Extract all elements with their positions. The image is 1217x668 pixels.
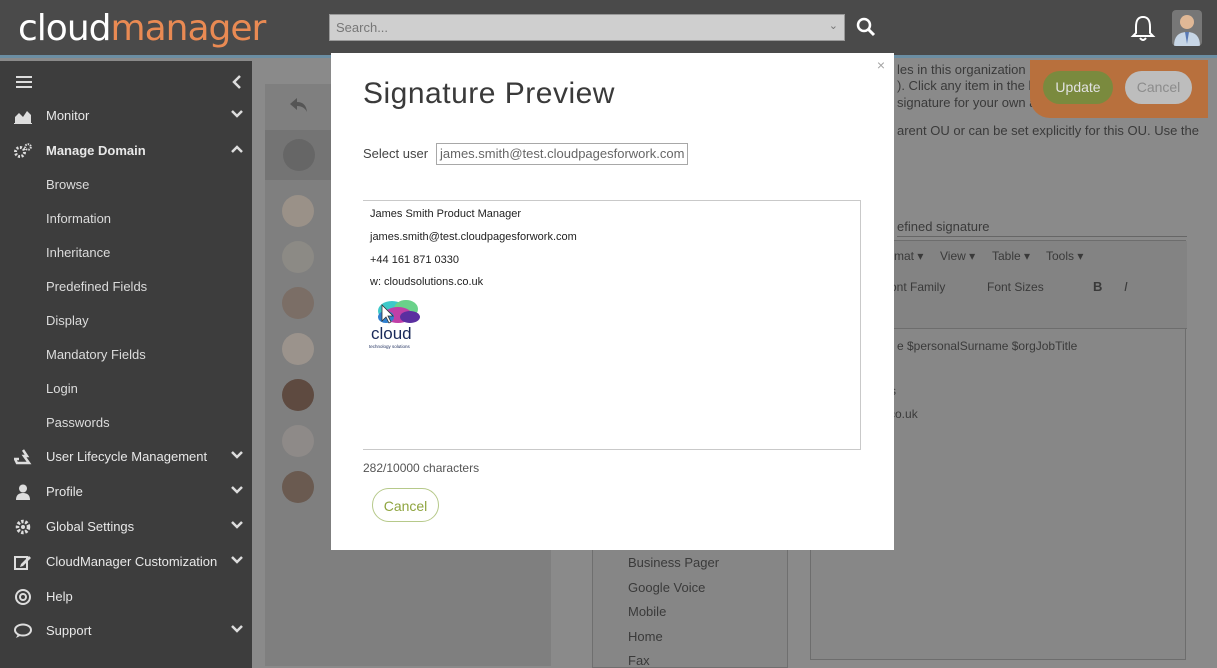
collapse-chevron-left-icon[interactable] — [231, 75, 243, 89]
cogs-icon — [14, 143, 32, 158]
chevron-down-icon — [231, 486, 243, 494]
list-item[interactable]: Business Pager — [628, 555, 719, 570]
chevron-down-icon — [231, 110, 243, 118]
svg-text:technology solutions: technology solutions — [369, 344, 411, 349]
signature-preview-modal: × Signature Preview Select user james.sm… — [331, 53, 894, 550]
svg-text:cloud: cloud — [371, 324, 412, 343]
description-text: ). Click any item in the list — [897, 78, 1045, 93]
editor-content-line: e $personalSurname $orgJobTitle — [897, 339, 1078, 353]
signature-email-line: james.smith@test.cloudpagesforwork.com — [370, 231, 577, 243]
signature-website-line: w: cloudsolutions.co.uk — [370, 276, 484, 288]
avatar — [282, 425, 314, 457]
lifebuoy-icon — [15, 589, 31, 605]
org-unit-icon — [283, 139, 315, 171]
sidebar-item-cloudmanager-customization[interactable]: CloudManager Customization — [0, 545, 252, 579]
cancel-button[interactable]: Cancel — [1125, 71, 1192, 104]
sidebar-item-support[interactable]: Support — [0, 614, 252, 648]
sidebar-item-help[interactable]: Help — [0, 580, 252, 614]
select-user-input[interactable]: james.smith@test.cloudpagesforwork.com — [436, 143, 688, 165]
sidebar-item-global-settings[interactable]: Global Settings — [0, 510, 252, 544]
avatar — [282, 241, 314, 273]
editor-menu-format[interactable]: rmat ▾ — [890, 249, 923, 263]
sidebar-item-monitor[interactable]: Monitor — [0, 99, 252, 133]
sidebar-item-passwords[interactable]: Passwords — [0, 406, 252, 440]
company-logo: cloud technology solutions — [369, 300, 420, 349]
sidebar-item-browse[interactable]: Browse — [0, 168, 252, 202]
character-count: 282/10000 characters — [363, 461, 480, 475]
select-user-label: Select user — [363, 146, 429, 161]
signature-type-select[interactable]: efined signature — [897, 219, 990, 234]
back-arrow-icon[interactable] — [289, 97, 309, 113]
sidebar-item-login[interactable]: Login — [0, 372, 252, 406]
search-icon[interactable] — [856, 17, 876, 37]
chevron-up-icon — [231, 145, 243, 153]
italic-icon[interactable]: I — [1124, 279, 1128, 294]
description-text: signature for your own a — [897, 95, 1037, 110]
signature-phone-line: +44 161 871 0330 — [370, 254, 460, 266]
sidebar-item-mandatory-fields[interactable]: Mandatory Fields — [0, 338, 252, 372]
description-text: les in this organization u — [897, 62, 1037, 77]
modal-title: Signature Preview — [363, 77, 615, 110]
editor-menu-view[interactable]: View ▾ — [940, 249, 975, 263]
list-item[interactable]: Mobile — [628, 604, 666, 619]
chevron-down-icon: ⌄ — [828, 20, 838, 32]
sidebar-item-display[interactable]: Display — [0, 304, 252, 338]
chart-area-icon — [14, 111, 32, 124]
list-item[interactable]: Google Voice — [628, 580, 705, 595]
editor-menu-table[interactable]: Table ▾ — [992, 249, 1030, 263]
sidebar-item-predefined-fields[interactable]: Predefined Fields — [0, 270, 252, 304]
gear-icon — [15, 519, 31, 535]
available-fields-list — [592, 530, 788, 668]
sidebar-item-user-lifecycle-management[interactable]: User Lifecycle Management — [0, 440, 252, 474]
editor-menu-tools[interactable]: Tools ▾ — [1046, 249, 1083, 263]
hamburger-menu-icon[interactable] — [16, 75, 32, 89]
font-family-select[interactable]: ont Family — [890, 280, 945, 294]
chevron-down-icon — [231, 625, 243, 633]
avatar — [282, 287, 314, 319]
chevron-down-icon — [231, 451, 243, 459]
app-logo[interactable]: cloudmanager — [18, 8, 266, 49]
avatar — [282, 333, 314, 365]
update-button[interactable]: Update — [1043, 71, 1113, 104]
sidebar-item-inheritance[interactable]: Inheritance — [0, 236, 252, 270]
chevron-down-icon — [231, 556, 243, 564]
close-icon[interactable]: × — [877, 57, 885, 73]
edit-icon — [14, 556, 31, 570]
avatar — [282, 471, 314, 503]
bold-icon[interactable]: B — [1093, 279, 1102, 294]
avatar — [282, 195, 314, 227]
top-bar: cloudmanager Search... ⌄ — [0, 0, 1217, 58]
search-input[interactable]: Search... ⌄ — [329, 14, 845, 41]
sidebar-item-manage-domain[interactable]: Manage Domain — [0, 134, 252, 168]
sidebar: Monitor Manage Domain Browse Information… — [0, 61, 252, 668]
avatar — [282, 379, 314, 411]
sidebar-item-information[interactable]: Information — [0, 202, 252, 236]
avatar[interactable] — [1172, 10, 1202, 46]
chevron-down-icon — [231, 521, 243, 529]
recycle-icon — [14, 449, 32, 465]
signature-preview-box: James Smith Product Manager james.smith@… — [363, 200, 861, 450]
user-icon — [16, 484, 30, 500]
list-item[interactable]: Home — [628, 629, 663, 644]
sidebar-item-profile[interactable]: Profile — [0, 475, 252, 509]
chat-icon — [14, 623, 32, 638]
list-item[interactable]: Fax — [628, 653, 650, 668]
modal-cancel-button[interactable]: Cancel — [372, 488, 439, 522]
bell-icon[interactable] — [1130, 14, 1156, 42]
description-text: arent OU or can be set explicitly for th… — [897, 123, 1200, 138]
font-sizes-select[interactable]: Font Sizes — [987, 280, 1044, 294]
signature-name-line: James Smith Product Manager — [370, 208, 522, 220]
